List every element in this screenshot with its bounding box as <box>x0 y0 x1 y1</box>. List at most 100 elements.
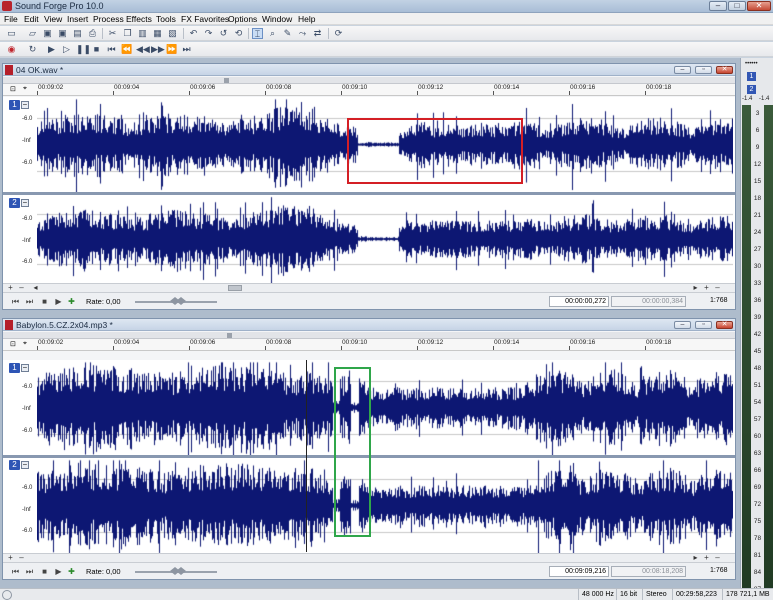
next-icon[interactable]: ⏩ <box>166 44 177 55</box>
data-window-1[interactable]: 04 OK.wav * – ▫ ✕ ⊡ ⌖ 00:09:02 00:09:04 … <box>2 63 736 310</box>
menu-options[interactable]: Options <box>228 14 257 24</box>
data-window-restore-button[interactable]: ▫ <box>695 321 712 329</box>
pencil-tool-icon[interactable]: ✎ <box>282 28 293 39</box>
stop-icon[interactable]: ■ <box>40 297 49 306</box>
undo-icon[interactable]: ↶ <box>188 28 199 39</box>
event-tool-icon[interactable]: ⇄ <box>312 28 323 39</box>
cut-icon[interactable]: ✂ <box>107 28 118 39</box>
overview-marker[interactable] <box>224 78 229 83</box>
selection-length-field[interactable]: 00:08:18,208 <box>611 566 686 577</box>
vertical-zoom-out-icon[interactable]: – <box>713 554 722 562</box>
menu-file[interactable]: File <box>4 14 18 24</box>
menu-fx-favorites[interactable]: FX Favorites <box>181 14 229 24</box>
maximize-button[interactable]: □ <box>728 1 746 11</box>
close-button[interactable]: ✕ <box>747 1 771 11</box>
zoom-out-icon[interactable]: – <box>17 284 26 292</box>
repeat-icon[interactable]: ⟲ <box>233 28 244 39</box>
rate-slider-thumb[interactable] <box>176 297 186 305</box>
menu-view[interactable]: View <box>44 14 62 24</box>
selection-length-field[interactable]: 00:00:00,384 <box>611 296 686 307</box>
pause-icon[interactable]: ❚❚ <box>76 44 91 55</box>
channel-number-badge[interactable]: 1 <box>9 100 20 110</box>
go-to-end-icon[interactable]: ⏭ <box>25 567 34 576</box>
data-window-minimize-button[interactable]: – <box>674 321 691 329</box>
scroll-thumb[interactable] <box>228 285 242 291</box>
new-file-icon[interactable]: ▭ <box>6 28 17 39</box>
meter-grip[interactable]: •••••• <box>745 61 758 67</box>
scroll-right-icon[interactable]: ▸ <box>691 554 700 562</box>
horizontal-scrollbar[interactable]: + – ◂ ▸ + – <box>3 283 735 292</box>
sample-rate[interactable]: 48 000 Hz <box>578 589 616 600</box>
loop-icon[interactable]: ↻ <box>27 44 38 55</box>
zoom-in-icon[interactable]: + <box>6 284 15 292</box>
overview-bar[interactable] <box>3 77 735 84</box>
envelope-tool-icon[interactable]: ⤳ <box>297 28 308 39</box>
waveform-channel-2[interactable] <box>37 458 733 553</box>
lock-icon[interactable]: ⊡ <box>10 340 16 348</box>
menu-tools[interactable]: Tools <box>156 14 176 24</box>
channel-minimize-icon[interactable]: – <box>21 364 29 372</box>
time-ruler[interactable]: ⊡ ⌖ 00:09:02 00:09:04 00:09:06 00:09:08 … <box>3 339 735 351</box>
vertical-zoom-in-icon[interactable]: + <box>702 554 711 562</box>
save-as-icon[interactable]: ▣ <box>57 28 68 39</box>
horizontal-scrollbar[interactable]: + – ▸ + – <box>3 553 735 562</box>
channel-2-panel[interactable]: 2 – -6.0 -Inf -6.0 <box>3 195 735 283</box>
scroll-right-icon[interactable]: ▸ <box>691 284 700 292</box>
open-folder-icon[interactable]: ▱ <box>27 28 38 39</box>
overview-bar[interactable] <box>3 332 735 339</box>
edit-tool-icon[interactable]: ⌶ <box>252 28 263 39</box>
previous-icon[interactable]: ⏪ <box>121 44 132 55</box>
menu-help[interactable]: Help <box>298 14 315 24</box>
zoom-out-icon[interactable]: – <box>17 554 26 562</box>
play-icon[interactable]: ▶ <box>54 567 63 576</box>
scroll-left-icon[interactable]: ◂ <box>31 284 40 292</box>
lock-icon[interactable]: ⊡ <box>10 85 16 93</box>
menu-window[interactable]: Window <box>262 14 292 24</box>
data-window-close-button[interactable]: ✕ <box>716 66 733 74</box>
rewind-icon[interactable]: ◀◀ <box>136 44 150 55</box>
stop-icon[interactable]: ■ <box>91 44 102 55</box>
go-to-end-icon[interactable]: ⏭ <box>181 44 192 55</box>
go-to-start-icon[interactable]: ⏮ <box>11 567 20 576</box>
print-icon[interactable]: ⎙ <box>87 28 98 39</box>
overview-marker[interactable] <box>227 333 232 338</box>
time-ruler[interactable]: ⊡ ⌖ 00:09:02 00:09:04 00:09:06 00:09:08 … <box>3 84 735 96</box>
go-to-start-icon[interactable]: ⏮ <box>106 44 117 55</box>
channel-minimize-icon[interactable]: – <box>21 101 29 109</box>
record-icon[interactable]: ◉ <box>6 44 17 55</box>
zoom-in-icon[interactable]: + <box>6 554 15 562</box>
channel-minimize-icon[interactable]: – <box>21 461 29 469</box>
stop-icon[interactable]: ■ <box>40 567 49 576</box>
playbar-options-icon[interactable]: ✚ <box>67 567 76 576</box>
go-to-end-icon[interactable]: ⏭ <box>25 297 34 306</box>
play-icon[interactable]: ▷ <box>61 44 72 55</box>
vertical-zoom-out-icon[interactable]: – <box>713 284 722 292</box>
minimize-button[interactable]: – <box>709 1 727 11</box>
channel-number-badge[interactable]: 2 <box>9 198 20 208</box>
ruler-options-icon[interactable]: ⌖ <box>23 340 27 348</box>
redo-icon[interactable]: ↷ <box>203 28 214 39</box>
magnify-tool-icon[interactable]: ⌕ <box>267 28 278 39</box>
bit-depth[interactable]: 16 bit <box>616 589 642 600</box>
undo-history-icon[interactable]: ↺ <box>218 28 229 39</box>
channel-minimize-icon[interactable]: – <box>21 199 29 207</box>
mix-icon[interactable]: ▦ <box>152 28 163 39</box>
data-window-close-button[interactable]: ✕ <box>716 321 733 329</box>
save-icon[interactable]: ▣ <box>42 28 53 39</box>
go-to-start-icon[interactable]: ⏮ <box>11 297 20 306</box>
render-icon[interactable]: ▤ <box>72 28 83 39</box>
selection-start-field[interactable]: 00:09:09,216 <box>549 566 609 577</box>
play-icon[interactable]: ▶ <box>54 297 63 306</box>
trim-icon[interactable]: ▧ <box>167 28 178 39</box>
channel-number-badge[interactable]: 2 <box>9 460 20 470</box>
menu-insert[interactable]: Insert <box>67 14 88 24</box>
rate-slider-thumb[interactable] <box>176 567 186 575</box>
playbar-options-icon[interactable]: ✚ <box>67 297 76 306</box>
play-all-icon[interactable]: ▶ <box>46 44 57 55</box>
paste-icon[interactable]: ▥ <box>137 28 148 39</box>
selection-start-field[interactable]: 00:00:00,272 <box>549 296 609 307</box>
forward-icon[interactable]: ▶▶ <box>151 44 165 55</box>
waveform-channel-2[interactable] <box>37 195 733 283</box>
vertical-zoom-in-icon[interactable]: + <box>702 284 711 292</box>
data-window-minimize-button[interactable]: – <box>674 66 691 74</box>
